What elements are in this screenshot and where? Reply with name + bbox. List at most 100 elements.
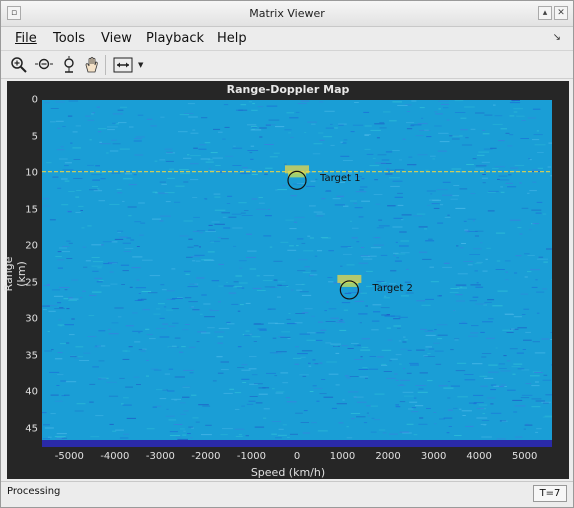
- noise-streak: [486, 337, 495, 339]
- noise-streak: [393, 318, 401, 320]
- noise-streak: [128, 215, 132, 217]
- noise-streak: [290, 433, 298, 435]
- noise-streak: [76, 403, 86, 405]
- noise-streak: [272, 337, 277, 339]
- noise-floor-band: [42, 440, 552, 447]
- noise-streak: [267, 208, 271, 210]
- chevron-down-icon[interactable]: ▼: [138, 61, 143, 69]
- zoom-in-button[interactable]: [8, 54, 30, 76]
- fit-width-button[interactable]: [112, 54, 134, 76]
- noise-streak: [159, 181, 166, 183]
- noise-streak: [228, 216, 237, 218]
- noise-streak: [57, 251, 62, 253]
- x-tick-label: 2000: [375, 451, 401, 462]
- undock-arrow-icon[interactable]: ↘: [553, 32, 561, 43]
- noise-streak: [248, 400, 256, 402]
- menu-file[interactable]: File: [15, 31, 37, 46]
- noise-streak: [302, 432, 311, 434]
- noise-streak: [191, 427, 194, 429]
- noise-streak: [319, 393, 327, 395]
- menu-view[interactable]: View: [101, 31, 132, 46]
- target-label: Target 2: [372, 282, 413, 294]
- noise-streak: [287, 249, 297, 251]
- window-menu-icon[interactable]: ▫: [7, 6, 21, 20]
- noise-streak: [182, 434, 187, 436]
- noise-streak: [256, 290, 266, 291]
- noise-streak: [163, 306, 167, 308]
- noise-streak: [521, 314, 526, 315]
- noise-streak: [450, 288, 459, 289]
- close-icon[interactable]: ✕: [554, 6, 568, 20]
- noise-streak: [488, 371, 499, 373]
- zoom-out-button[interactable]: [33, 54, 55, 76]
- noise-streak: [99, 141, 102, 143]
- noise-streak: [497, 290, 508, 292]
- noise-streak: [182, 396, 190, 398]
- noise-streak: [93, 190, 103, 192]
- noise-streak: [109, 271, 114, 273]
- pan-axis-button[interactable]: [58, 54, 80, 76]
- noise-streak: [428, 348, 435, 350]
- noise-streak: [251, 198, 258, 200]
- noise-streak: [56, 385, 60, 386]
- noise-streak: [382, 111, 391, 113]
- maximize-icon[interactable]: ▴: [538, 6, 552, 20]
- noise-streak: [209, 309, 213, 311]
- menu-help[interactable]: Help: [217, 31, 247, 46]
- noise-streak: [537, 167, 543, 169]
- noise-streak: [68, 191, 75, 192]
- noise-streak: [399, 363, 402, 365]
- noise-streak: [210, 241, 214, 243]
- noise-streak: [389, 433, 398, 435]
- noise-streak: [300, 356, 306, 358]
- noise-streak: [520, 293, 529, 295]
- noise-streak: [276, 391, 285, 393]
- menu-tools[interactable]: Tools: [53, 31, 85, 46]
- noise-streak: [386, 327, 391, 329]
- noise-streak: [313, 211, 323, 213]
- noise-streak: [478, 151, 490, 153]
- noise-streak: [408, 408, 414, 410]
- noise-streak: [366, 412, 369, 414]
- noise-streak: [177, 438, 188, 440]
- noise-streak: [400, 379, 411, 381]
- noise-streak: [457, 396, 468, 398]
- noise-streak: [254, 426, 265, 428]
- plot-axes[interactable]: [42, 100, 552, 447]
- noise-streak: [243, 210, 249, 211]
- hand-pan-button[interactable]: [81, 54, 103, 76]
- noise-streak: [201, 117, 208, 119]
- noise-streak: [254, 383, 263, 385]
- noise-streak: [507, 145, 513, 147]
- noise-streak: [278, 428, 284, 430]
- noise-streak: [66, 258, 73, 259]
- menu-playback[interactable]: Playback: [146, 31, 204, 46]
- noise-streak: [401, 214, 412, 216]
- noise-streak: [411, 100, 417, 102]
- noise-streak: [199, 313, 203, 315]
- noise-streak: [366, 405, 371, 407]
- noise-streak: [133, 140, 142, 142]
- noise-streak: [452, 195, 460, 197]
- noise-streak: [472, 158, 477, 160]
- x-tick-label: -2000: [191, 451, 221, 462]
- noise-streak: [509, 102, 521, 104]
- noise-streak: [356, 401, 367, 403]
- noise-streak: [264, 286, 276, 288]
- noise-streak: [474, 263, 482, 265]
- noise-streak: [319, 101, 324, 103]
- noise-streak: [246, 233, 252, 235]
- title-bar[interactable]: Matrix Viewer ▫ ▴ ✕: [1, 1, 573, 27]
- noise-streak: [87, 225, 92, 227]
- noise-streak: [435, 113, 443, 115]
- noise-streak: [71, 279, 79, 281]
- noise-streak: [331, 407, 337, 409]
- noise-streak: [307, 235, 311, 237]
- noise-streak: [548, 142, 552, 144]
- noise-streak: [440, 204, 444, 206]
- noise-streak: [400, 240, 410, 242]
- noise-streak: [165, 201, 171, 203]
- noise-streak: [128, 184, 137, 186]
- noise-streak: [201, 294, 207, 296]
- noise-streak: [85, 115, 91, 117]
